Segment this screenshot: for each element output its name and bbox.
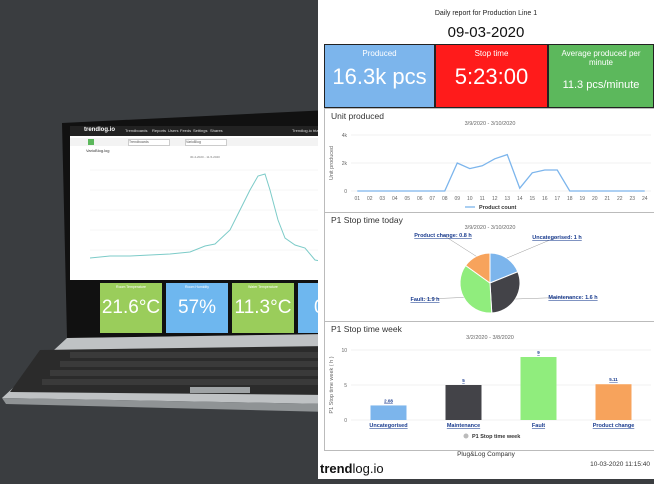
add-button[interactable] [88,139,94,145]
bar-fault [521,357,557,420]
nav-item-feeds[interactable]: Feeds [180,128,191,133]
bar-category-label: Product change [593,423,635,429]
bar-category-label: Uncategorised [369,423,407,429]
pie-label: Fault: 1.9 h [410,297,440,303]
bar-product-change [596,384,632,420]
kpi-stop-time: Stop time 5:23:00 [435,44,548,108]
stop-time-week-chart: 3/2/2020 - 3/8/2020 P1 Stop time week ( h… [325,332,654,448]
bar-subtitle: 3/2/2020 - 3/8/2020 [466,335,514,341]
line-xtick: 23 [629,196,635,202]
footer-timestamp: 10-03-2020 11:15:40 [590,461,650,468]
app-brand[interactable]: trendlog.io [84,127,115,133]
line-ytick: 4k [342,133,348,139]
line-xtick: 08 [442,196,448,202]
kpi-average-value: 11.3 pcs/minute [549,79,653,91]
footer-logo: trendlog.io [320,461,384,476]
line-series-product-count [357,155,645,191]
unit-produced-chart: 3/9/2020 - 3/10/2020 Unit produced 0 2k 4k 01… [325,119,654,211]
trendboard-select[interactable]: Trendboards [128,139,170,146]
line-xtick: 15 [529,196,535,202]
laptop-chart-range: 30-4-2020 - 11-5-2020 [190,155,220,159]
line-xtick: 02 [367,196,373,202]
bar-uncategorised [371,405,407,420]
panel-stop-time-today: P1 Stop time today 3/9/2020 - 3/10/2020U… [324,212,654,322]
bar-legend-label: P1 Stop time week [472,434,521,440]
kpi-average: Average produced per minute 11.3 pcs/min… [548,44,654,108]
pie-label: Maintenance: 1.6 h [548,295,598,301]
line-xtick: 16 [542,196,548,202]
line-ylabel: Unit produced [329,146,335,180]
line-xtick: 12 [492,196,498,202]
daily-report-page: Daily report for Production Line 1 09-03… [318,0,654,479]
line-xtick: 17 [554,196,560,202]
bar-maintenance [446,385,482,420]
bar-value-label: 5 [462,378,465,383]
line-xtick: 10 [467,196,473,202]
bar-ytick: 10 [341,348,347,354]
bar-ytick: 5 [344,383,347,389]
app-toolbar: Trendboards VarioBlog [70,138,330,146]
line-xtick: 19 [579,196,585,202]
bar-ytick: 0 [344,418,347,424]
line-xtick: 20 [592,196,598,202]
bar-category-label: Maintenance [447,423,480,429]
line-xtick: 21 [604,196,610,202]
line-xtick: 18 [567,196,573,202]
nav-item-settings[interactable]: Settings [193,128,207,133]
line-xtick: 05 [404,196,410,202]
board-search-field[interactable]: VarioBlog [185,139,227,146]
line-xtick: 07 [429,196,435,202]
line-xtick: 03 [379,196,385,202]
bar-value-label: 2.08 [384,398,393,403]
line-ytick: 2k [342,161,348,167]
kpi-produced-label: Produced [325,49,434,58]
stop-time-today-chart: 3/9/2020 - 3/10/2020 Uncategorised: 1 h Ma… [325,223,654,319]
pie-subtitle: 3/9/2020 - 3/10/2020 [465,225,516,231]
line-xtick: 09 [454,196,460,202]
line-xtick: 22 [617,196,623,202]
nav-item-users[interactable]: Users [168,128,178,133]
bar-value-label: 5.11 [609,377,618,382]
line-subtitle: 3/9/2020 - 3/10/2020 [465,121,516,127]
kpi-produced: Produced 16.3k pcs [324,44,435,108]
kpi-stop-time-value: 5:23:00 [436,64,547,90]
kpi-produced-value: 16.3k pcs [325,64,434,90]
tile-room-temperature: Room Temperature 21.6°C [100,283,162,333]
laptop-screen: trendlog.io Trendboards Reports Users Fe… [70,126,330,280]
line-xtick: 14 [517,196,523,202]
report-date: 09-03-2020 [318,24,654,41]
pie-label: Product change: 0.8 h [414,233,472,239]
kpi-stop-time-label: Stop time [436,49,547,58]
line-legend-label: Product count [479,205,516,211]
line-xtick: 24 [642,196,648,202]
pie-label: Uncategorised: 1 h [532,235,582,241]
laptop-chart-title: VarioBlog.log [86,148,110,153]
line-xtick: 01 [354,196,360,202]
tile-water-temperature: Water Temperature 11.3°C [232,283,294,333]
line-xtick: 04 [392,196,398,202]
line-xtick: 11 [480,196,485,202]
footer-company: Plug&Log Company [318,451,654,458]
bar-legend-swatch [464,434,469,439]
tile-room-humidity: Room Humidity 57% [166,283,228,333]
app-navbar: trendlog.io Trendboards Reports Users Fe… [70,126,330,136]
laptop-photo: trendlog.io Trendboards Reports Users Fe… [0,0,330,479]
panel-stop-time-week: P1 Stop time week 3/2/2020 - 3/8/2020 P1 … [324,321,654,451]
line-xtick: 06 [417,196,423,202]
panel-unit-produced: Unit produced 3/9/2020 - 3/10/2020 Unit p… [324,108,654,213]
bar-ylabel: P1 Stop time week ( h ) [329,356,335,413]
line-ytick: 0 [344,189,347,195]
user-label[interactable]: Trendlog.io trial [292,128,319,133]
laptop-trend-chart [90,160,326,268]
line-xtick: 13 [504,196,510,202]
report-title: Daily report for Production Line 1 [318,10,654,17]
nav-item-trendboards[interactable]: Trendboards [125,128,148,133]
laptop-tiles: Room Temperature 21.6°C Room Humidity 57… [100,283,330,333]
kpi-average-label: Average produced per minute [549,49,653,67]
bar-category-label: Fault [532,423,545,429]
nav-item-reports[interactable]: Reports [152,128,166,133]
bar-value-label: 9 [537,350,540,355]
nav-item-shares[interactable]: Shares [210,128,223,133]
